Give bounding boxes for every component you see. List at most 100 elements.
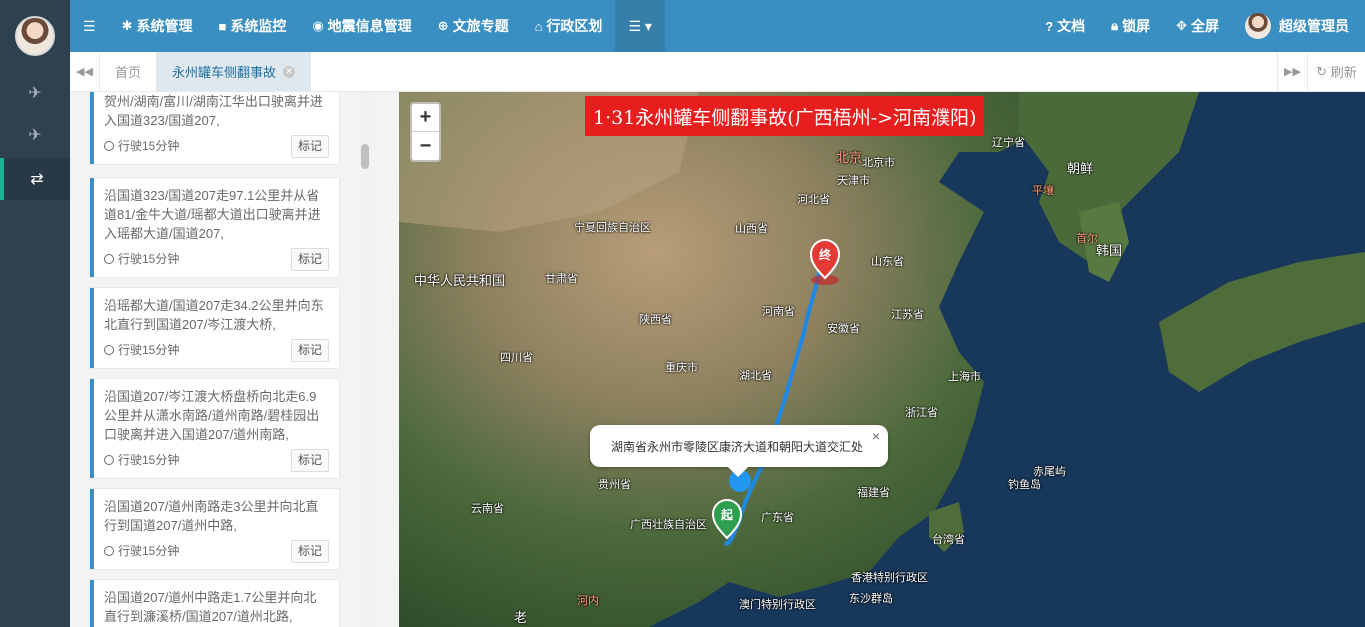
left-sidebar: ✈ ✈ ⇄ — [0, 0, 70, 627]
backward-icon: ◀◀ — [76, 66, 93, 78]
popup-text: 湖南省永州市零陵区康济大道和朝阳大道交汇处 — [611, 439, 864, 454]
map-label: 陕西省 — [639, 314, 672, 326]
map-label: 上海市 — [948, 371, 981, 383]
mark-button[interactable]: 标记 — [290, 135, 329, 158]
menu-system-management[interactable]: ✱ 系统管理 — [109, 0, 206, 52]
bank-icon: ⌂ — [534, 18, 543, 34]
map-view[interactable]: + − 1·31永州罐车侧翻事故(广西梧州->河南濮阳) 北京 北京市 天津市 … — [399, 92, 1365, 627]
sidebar-item-plane[interactable]: ✈ — [0, 72, 70, 114]
map-label: 四川省 — [500, 352, 533, 364]
route-step-text: 沿国道323/国道207走97.1公里并从省道81/金牛大道/瑶都大道出口驶离并… — [104, 188, 321, 241]
route-step-time: 行驶15分钟 — [104, 451, 179, 470]
plane-icon: ✈ — [28, 127, 42, 144]
map-label: 韩国 — [1096, 243, 1123, 258]
zoom-control: + − — [410, 102, 441, 162]
expand-icon: ✥ — [1176, 18, 1187, 33]
menu-toggle-button[interactable]: ☰ — [70, 0, 109, 52]
gear-icon: ✱ — [121, 18, 133, 33]
docs-label: 文档 — [1057, 18, 1086, 34]
route-step-time: 行驶15分钟 — [104, 341, 179, 360]
globe-icon: ⊕ — [437, 18, 449, 33]
lock-screen-link[interactable]: 🔒︎ 锁屏 — [1098, 0, 1163, 52]
clock-icon — [104, 546, 114, 556]
map-label: 首尔 — [1076, 233, 1098, 245]
route-step-card: 沿国道207/道州南路走3公里并向北直行到国道207/道州中路, 行驶15分钟 标… — [90, 489, 339, 569]
menu-label: 文旅专题 — [452, 18, 509, 34]
popup-close-button[interactable]: × — [872, 428, 880, 444]
mark-button[interactable]: 标记 — [290, 339, 329, 362]
menu-earthquake-info[interactable]: ◉ 地震信息管理 — [299, 0, 424, 52]
tab-home-label: 首页 — [115, 65, 142, 80]
map-label: 江苏省 — [891, 309, 924, 321]
docs-link[interactable]: ? 文档 — [1032, 0, 1098, 52]
top-navbar: ☰ ✱ 系统管理 ■ 系统监控 ◉ 地震信息管理 ⊕ 文旅专题 ⌂ 行政区划 ☰ ▾ ? 文… — [70, 0, 1365, 52]
map-label: 河南省 — [762, 306, 795, 318]
map-label: 云南省 — [471, 503, 504, 515]
route-step-text: 沿国道207/道州南路走3公里并向北直行到国道207/道州中路, — [104, 499, 319, 533]
lock-icon: 🔒︎ — [1111, 18, 1119, 33]
route-step-time: 行驶15分钟 — [104, 137, 179, 156]
user-menu[interactable]: 超级管理员 — [1232, 0, 1365, 52]
route-step-text: 沿瑶都大道/国道207走34.2公里并向东北直行到国道207/岑江渡大桥, — [104, 298, 324, 332]
map-label: 重庆市 — [665, 362, 698, 374]
close-icon[interactable]: ✕ — [283, 65, 296, 78]
scrollbar-thumb[interactable] — [361, 144, 369, 169]
fullscreen-link[interactable]: ✥ 全屏 — [1163, 0, 1232, 52]
tab-scroll-left-button[interactable]: ◀◀ — [70, 52, 100, 91]
zoom-in-button[interactable]: + — [412, 104, 439, 132]
mark-button[interactable]: 标记 — [290, 248, 329, 271]
route-step-text: 沿国道207/道州中路走1.7公里并向北直行到濂溪桥/国道207/道州北路, — [104, 590, 317, 624]
route-step-time: 行驶15分钟 — [104, 250, 179, 269]
mark-button[interactable]: 标记 — [290, 540, 329, 563]
route-steps-panel: 贺州/湖南/富川/湖南江华出口驶离并进入国道323/国道207, 行驶15分钟标… — [70, 92, 399, 627]
menu-admin-division[interactable]: ⌂ 行政区划 — [522, 0, 616, 52]
route-step-text: 贺州/湖南/富川/湖南江华出口驶离并进入国道323/国道207, — [104, 94, 323, 128]
route-step-time: 行驶15分钟 — [104, 542, 179, 561]
mark-button[interactable]: 标记 — [290, 449, 329, 472]
list-icon: ☰ ▾ — [628, 17, 652, 34]
menu-label: 系统管理 — [136, 18, 193, 34]
retweet-icon: ⇄ — [30, 171, 44, 188]
tab-home[interactable]: 首页 — [100, 52, 158, 91]
map-label: 河北省 — [797, 194, 830, 206]
menu-label: 行政区划 — [546, 18, 603, 34]
map-label: 北京市 — [862, 157, 895, 169]
route-step-time-text: 行驶15分钟 — [118, 139, 180, 153]
map-label: 河内 — [577, 595, 599, 607]
clock-icon — [104, 345, 114, 355]
menu-more-dropdown[interactable]: ☰ ▾ — [615, 0, 665, 52]
clock-icon — [104, 141, 114, 151]
map-label: 山东省 — [871, 256, 904, 268]
map-label: 澳门特别行政区 — [739, 599, 816, 611]
menu-label: 地震信息管理 — [327, 18, 412, 34]
map-label: 朝鲜 — [1067, 161, 1094, 176]
sidebar-item-flight[interactable]: ✈ — [0, 114, 70, 156]
map-marker-icon: ◉ — [312, 18, 324, 33]
topbar-right: ? 文档 🔒︎ 锁屏 ✥ 全屏 超级管理员 — [1032, 0, 1365, 52]
map-label: 中华人民共和国 — [414, 273, 506, 288]
map-label: 钓鱼岛 — [1008, 479, 1041, 491]
bars-icon: ☰ — [83, 17, 96, 34]
sidebar-avatar[interactable] — [15, 16, 55, 56]
menu-culture-tourism[interactable]: ⊕ 文旅专题 — [425, 0, 522, 52]
map-label: 北京 — [836, 150, 863, 165]
map-label: 湖北省 — [739, 370, 772, 382]
refresh-label: 刷新 — [1330, 65, 1357, 80]
route-step-card: 沿瑶都大道/国道207走34.2公里并向东北直行到国道207/岑江渡大桥, 行驶… — [90, 288, 339, 368]
route-step-card: 沿国道207/道州中路走1.7公里并向北直行到濂溪桥/国道207/道州北路, — [90, 580, 339, 627]
user-name: 超级管理员 — [1279, 18, 1349, 34]
map-title-banner: 1·31永州罐车侧翻事故(广西梧州->河南濮阳) — [585, 96, 985, 136]
route-step-text: 沿国道207/岑江渡大桥盘桥向北走6.9公里并从潇水南路/道州南路/碧桂园出口驶… — [104, 389, 320, 442]
panel-scrollbar[interactable] — [360, 92, 370, 627]
tab-scroll-right-button[interactable]: ▶▶ — [1277, 52, 1307, 91]
map-label: 福建省 — [857, 487, 890, 499]
sidebar-item-retweet[interactable]: ⇄ — [0, 158, 70, 200]
refresh-button[interactable]: ↻ 刷新 — [1307, 52, 1365, 91]
zoom-out-button[interactable]: − — [412, 132, 439, 160]
map-label: 山西省 — [735, 223, 768, 235]
map-label: 浙江省 — [905, 407, 938, 419]
tab-incident[interactable]: 永州罐车侧翻事故 ✕ — [157, 52, 312, 91]
route-step-time-text: 行驶15分钟 — [118, 252, 180, 266]
map-label: 老 — [514, 610, 528, 625]
menu-system-monitor[interactable]: ■ 系统监控 — [205, 0, 299, 52]
